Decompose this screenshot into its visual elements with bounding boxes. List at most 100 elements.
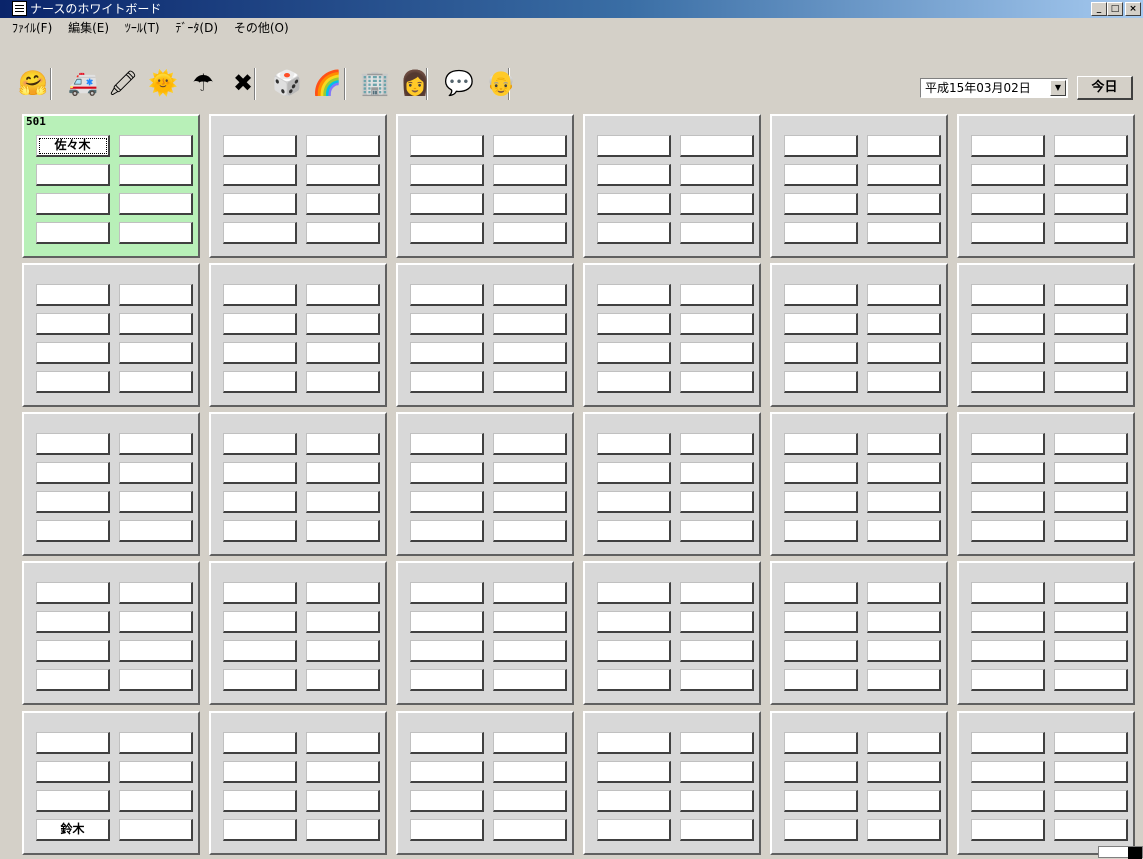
room-card[interactable] [396, 412, 574, 556]
bed-slot[interactable] [680, 669, 754, 691]
bed-slot[interactable] [1054, 462, 1128, 484]
bed-slot[interactable] [867, 669, 941, 691]
nurse-icon[interactable]: 👩 [400, 68, 430, 98]
room-card[interactable] [209, 114, 387, 258]
bed-slot[interactable] [971, 342, 1045, 364]
bed-slot[interactable] [867, 732, 941, 754]
bed-slot[interactable] [306, 135, 380, 157]
bed-slot[interactable] [410, 761, 484, 783]
bed-slot[interactable] [867, 193, 941, 215]
bed-slot[interactable] [493, 135, 567, 157]
bed-slot[interactable] [36, 761, 110, 783]
bed-slot[interactable] [223, 732, 297, 754]
bed-slot[interactable] [306, 313, 380, 335]
bed-slot[interactable] [493, 222, 567, 244]
bed-slot[interactable] [410, 164, 484, 186]
bed-slot[interactable] [223, 313, 297, 335]
bed-slot[interactable] [36, 462, 110, 484]
bed-slot[interactable] [119, 462, 193, 484]
bed-slot[interactable] [306, 640, 380, 662]
bed-slot[interactable] [493, 669, 567, 691]
bed-slot[interactable] [971, 819, 1045, 841]
bed-slot[interactable] [597, 819, 671, 841]
bed-slot[interactable] [410, 491, 484, 513]
bed-slot[interactable] [306, 433, 380, 455]
room-card[interactable] [770, 711, 948, 855]
room-card[interactable] [209, 412, 387, 556]
bed-slot[interactable] [119, 491, 193, 513]
bed-slot[interactable] [36, 164, 110, 186]
bed-slot[interactable] [680, 433, 754, 455]
menu-other[interactable]: その他(O) [232, 19, 291, 37]
room-card[interactable] [583, 412, 761, 556]
room-card[interactable] [22, 412, 200, 556]
bed-slot[interactable] [410, 222, 484, 244]
bed-slot[interactable] [784, 222, 858, 244]
maximize-button[interactable]: □ [1107, 2, 1123, 16]
bed-slot[interactable] [493, 819, 567, 841]
bed-slot[interactable] [36, 582, 110, 604]
bed-slot[interactable] [410, 462, 484, 484]
bed-slot[interactable] [223, 433, 297, 455]
bed-slot[interactable] [867, 164, 941, 186]
bed-slot[interactable] [306, 761, 380, 783]
bed-slot[interactable] [36, 371, 110, 393]
bed-slot[interactable] [36, 790, 110, 812]
building-icon[interactable]: 🏢 [360, 68, 390, 98]
bed-slot[interactable] [306, 284, 380, 306]
bed-slot[interactable] [597, 669, 671, 691]
bed-slot[interactable] [223, 640, 297, 662]
dice-icon[interactable]: 🎲 [272, 68, 302, 98]
today-button[interactable]: 今日 [1077, 76, 1133, 100]
bed-slot[interactable] [306, 732, 380, 754]
bed-slot[interactable] [1054, 611, 1128, 633]
red-sun-icon[interactable]: 🌞 [148, 68, 178, 98]
room-card[interactable] [209, 711, 387, 855]
bed-slot[interactable] [784, 371, 858, 393]
bed-slot[interactable] [223, 342, 297, 364]
bed-slot[interactable] [493, 611, 567, 633]
bed-slot[interactable] [867, 611, 941, 633]
bed-slot[interactable] [680, 611, 754, 633]
bed-slot[interactable] [1054, 433, 1128, 455]
bed-slot[interactable] [223, 582, 297, 604]
bed-slot[interactable] [36, 611, 110, 633]
bed-slot[interactable] [597, 520, 671, 542]
bed-slot[interactable] [223, 761, 297, 783]
bed-slot[interactable] [971, 164, 1045, 186]
bed-slot[interactable] [784, 669, 858, 691]
bed-slot[interactable] [1054, 819, 1128, 841]
bed-slot[interactable] [680, 342, 754, 364]
bed-slot[interactable] [680, 135, 754, 157]
bed-slot[interactable] [223, 462, 297, 484]
room-card[interactable] [957, 114, 1135, 258]
bed-slot[interactable] [1054, 790, 1128, 812]
bed-slot[interactable] [306, 222, 380, 244]
room-card[interactable] [396, 114, 574, 258]
room-card[interactable] [396, 561, 574, 705]
bed-slot[interactable] [36, 222, 110, 244]
room-card[interactable] [957, 263, 1135, 407]
bed-slot[interactable] [119, 520, 193, 542]
bed-slot[interactable] [867, 491, 941, 513]
bed-slot[interactable] [784, 193, 858, 215]
bed-slot[interactable] [493, 761, 567, 783]
bed-slot[interactable] [306, 491, 380, 513]
bed-slot[interactable] [410, 342, 484, 364]
bed-slot[interactable] [597, 164, 671, 186]
bed-slot[interactable] [784, 520, 858, 542]
bed-slot[interactable] [410, 640, 484, 662]
bed-slot[interactable] [597, 611, 671, 633]
bed-slot[interactable] [597, 284, 671, 306]
bed-slot[interactable] [680, 790, 754, 812]
bed-slot[interactable] [493, 193, 567, 215]
bed-slot[interactable] [867, 135, 941, 157]
close-button[interactable]: × [1125, 2, 1141, 16]
bed-slot[interactable] [784, 342, 858, 364]
bed-slot[interactable] [119, 284, 193, 306]
bed-slot[interactable] [971, 669, 1045, 691]
bed-slot[interactable]: 鈴木 [36, 819, 110, 841]
bed-slot[interactable] [1054, 520, 1128, 542]
bed-slot[interactable] [784, 819, 858, 841]
bed-slot[interactable] [119, 193, 193, 215]
